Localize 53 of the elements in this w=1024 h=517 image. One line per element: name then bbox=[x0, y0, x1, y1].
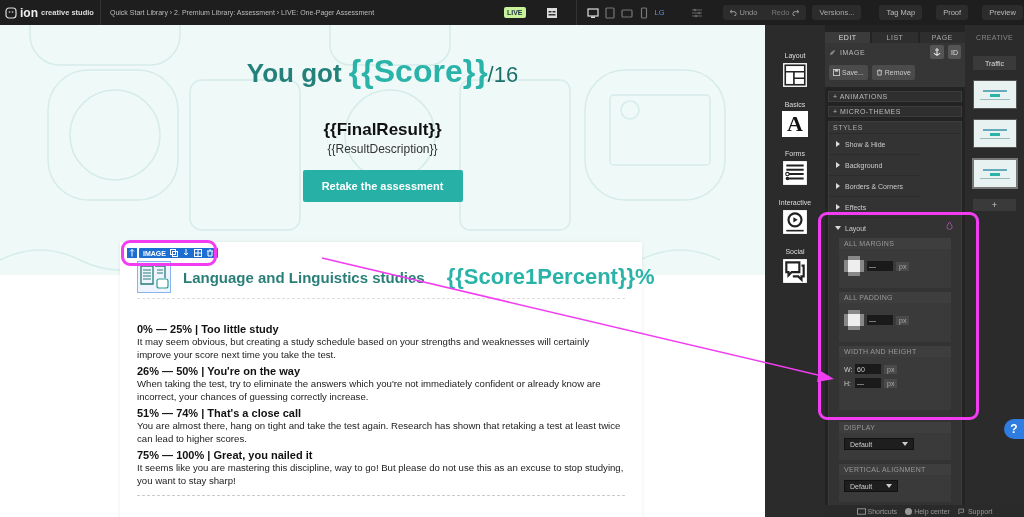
trash-icon[interactable] bbox=[205, 249, 214, 257]
trash-icon bbox=[875, 69, 883, 76]
grid-icon[interactable] bbox=[193, 249, 202, 257]
caret-icon bbox=[835, 141, 841, 147]
final-result: {{FinalResult}} bbox=[323, 120, 442, 140]
tablet-landscape-icon[interactable] bbox=[620, 6, 633, 19]
copy-icon[interactable] bbox=[169, 249, 178, 257]
result-title: You got {{Score}}/16 bbox=[246, 53, 519, 90]
page-thumbnail[interactable] bbox=[971, 158, 1018, 189]
anchor-icon[interactable] bbox=[930, 45, 944, 59]
desktop-icon[interactable] bbox=[586, 6, 599, 19]
range-text: It may seem obvious, but creating a study schedule based on your strengths and weaknesses will certainly improve your score next time you take the test. bbox=[137, 335, 591, 361]
box-model-icon[interactable] bbox=[844, 310, 864, 330]
box-model-icon[interactable] bbox=[844, 256, 864, 276]
range-title: 0% — 25% | Too little study bbox=[137, 323, 280, 335]
move-handle-icon[interactable] bbox=[127, 248, 137, 258]
range-title: 51% — 74% | That's a close call bbox=[137, 407, 303, 419]
keyboard-icon bbox=[856, 507, 866, 515]
help-icon bbox=[905, 507, 913, 515]
layout-icon[interactable] bbox=[545, 6, 558, 19]
range-title: 26% — 50% | You're on the way bbox=[137, 365, 301, 377]
add-page-button[interactable]: + bbox=[973, 199, 1016, 211]
caret-icon bbox=[886, 484, 893, 488]
caret-icon bbox=[902, 442, 908, 446]
logo-icon bbox=[5, 6, 17, 19]
range-text: When taking the test, try to eliminate the answers which you're not immediately confident or already know are incorrect, your chances of guessing correctly increase. bbox=[137, 377, 602, 403]
pencil-icon bbox=[829, 48, 836, 56]
tablet-icon[interactable] bbox=[603, 6, 616, 19]
droplet-icon[interactable] bbox=[946, 221, 953, 230]
caret-icon bbox=[835, 225, 841, 231]
page-thumbnail[interactable] bbox=[972, 80, 1017, 109]
range-text: You are almost there, hang on tight and take the test again. Research has shown that retaking a test at least twice can lead to higher scores. bbox=[137, 419, 622, 445]
undo-icon bbox=[729, 9, 737, 16]
chat-icon bbox=[957, 507, 966, 515]
page-thumbnail[interactable] bbox=[972, 119, 1017, 148]
video-icon[interactable] bbox=[782, 209, 808, 235]
text-tool-icon[interactable]: A bbox=[782, 111, 808, 137]
caret-icon bbox=[835, 204, 841, 210]
range-text: It seems like you are mastering this discipline, way to go! But please do not use this as an excuse to stop studying, you want to stay sharp! bbox=[137, 461, 625, 487]
save-icon bbox=[833, 69, 840, 76]
logo-text: ion bbox=[20, 5, 38, 20]
result-description: {{ResultDescription}} bbox=[327, 142, 438, 156]
range-title: 75% — 100% | Great, you nailed it bbox=[137, 449, 314, 461]
settings-icon[interactable] bbox=[690, 6, 703, 19]
chat-icon[interactable] bbox=[782, 258, 808, 284]
caret-icon bbox=[835, 183, 841, 189]
redo-icon bbox=[792, 9, 800, 16]
form-icon[interactable] bbox=[782, 160, 808, 186]
caret-icon bbox=[835, 162, 841, 168]
score-percent: {{Score1Percent}}% bbox=[446, 264, 655, 290]
download-icon[interactable] bbox=[181, 249, 190, 257]
help-button[interactable]: ? bbox=[1004, 419, 1024, 439]
layout-icon[interactable] bbox=[782, 62, 808, 88]
